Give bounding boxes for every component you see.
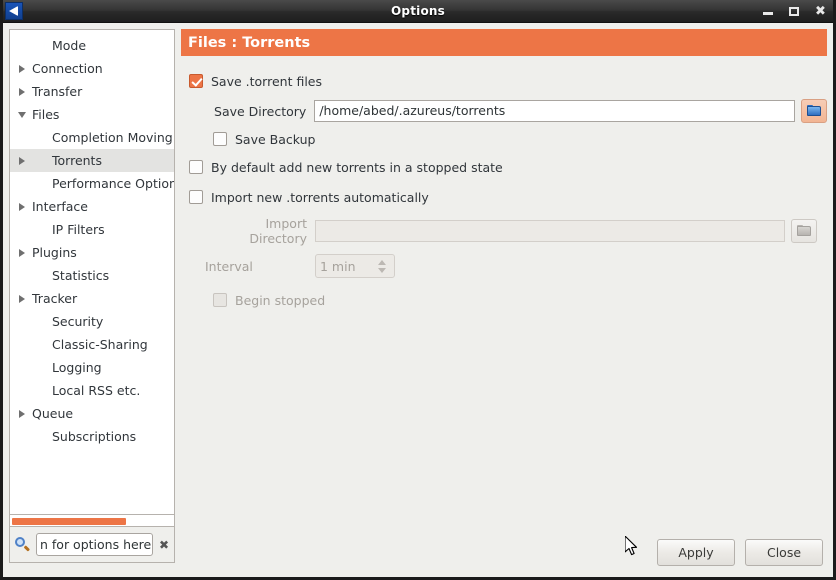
interval-row: Interval 1 min [189, 251, 827, 281]
apply-button[interactable]: Apply [657, 539, 735, 566]
sidebar-item-classic-sharing[interactable]: Classic-Sharing [10, 333, 174, 356]
dialog-buttons: Apply Close [657, 539, 823, 566]
window-controls: ✖ [762, 0, 827, 22]
vuze-logo-icon [5, 2, 23, 20]
sidebar-item-label: Mode [52, 38, 87, 53]
sidebar-item-label: Statistics [52, 268, 110, 283]
options-form: Save .torrent files Save Directory /home… [181, 56, 827, 313]
chevron-right-icon[interactable] [14, 409, 30, 418]
interval-value: 1 min [320, 258, 356, 274]
import-directory-input [315, 220, 785, 242]
interval-spinner: 1 min [315, 254, 395, 278]
chevron-right-icon[interactable] [14, 87, 30, 96]
save-directory-input[interactable]: /home/abed/.azureus/torrents [314, 100, 796, 122]
sidebar-item-label: Connection [32, 61, 103, 76]
begin-stopped-label: Begin stopped [235, 292, 326, 308]
save-torrent-files-checkbox[interactable] [189, 74, 203, 88]
folder-icon [796, 225, 812, 237]
sidebar-item-label: Queue [32, 406, 74, 421]
sidebar-item-label: Completion Moving [52, 130, 173, 145]
default-stopped-row[interactable]: By default add new torrents in a stopped… [189, 152, 827, 182]
sidebar-item-subscriptions[interactable]: Subscriptions [10, 425, 174, 448]
clear-icon[interactable]: ✖ [158, 539, 170, 551]
sidebar-item-local-rss-etc[interactable]: Local RSS etc. [10, 379, 174, 402]
save-backup-label: Save Backup [235, 131, 316, 147]
import-auto-label: Import new .torrents automatically [211, 189, 429, 205]
titlebar: Options ✖ [3, 0, 833, 23]
sidebar-item-label: Files [32, 107, 60, 122]
search-input[interactable]: n for options here [36, 533, 153, 556]
save-torrent-files-row[interactable]: Save .torrent files [189, 66, 827, 96]
default-stopped-label: By default add new torrents in a stopped… [211, 159, 503, 175]
chevron-right-icon[interactable] [14, 294, 30, 303]
sidebar-item-statistics[interactable]: Statistics [10, 264, 174, 287]
chevron-down-icon[interactable] [14, 111, 30, 118]
sidebar: Mode Connection Transfer Files Completion Mo… [9, 29, 175, 563]
sidebar-item-plugins[interactable]: Plugins [10, 241, 174, 264]
interval-label: Interval [205, 258, 253, 274]
import-directory-row: Import Directory [189, 216, 827, 246]
folder-icon [806, 105, 822, 117]
window-title: Options [391, 4, 445, 18]
chevron-right-icon[interactable] [14, 248, 30, 257]
main-panel: Files : Torrents Save .torrent files Sav… [181, 29, 827, 563]
save-backup-checkbox[interactable] [213, 132, 227, 146]
sidebar-item-mode[interactable]: Mode [10, 34, 174, 57]
sidebar-item-label: IP Filters [52, 222, 105, 237]
close-button[interactable]: Close [745, 539, 823, 566]
sidebar-item-label: Local RSS etc. [52, 383, 141, 398]
options-window: Options ✖ Mode Connection Transfer Files Com… [0, 0, 836, 580]
sidebar-item-label: Interface [32, 199, 88, 214]
page-title: Files : Torrents [181, 29, 827, 56]
close-icon[interactable]: ✖ [814, 5, 827, 18]
sidebar-item-label: Logging [52, 360, 102, 375]
sidebar-item-label: Torrents [52, 153, 102, 168]
sidebar-search-bar: n for options here ✖ [9, 527, 175, 563]
sidebar-item-ip-filters[interactable]: IP Filters [10, 218, 174, 241]
sidebar-item-label: Tracker [32, 291, 78, 306]
import-auto-checkbox[interactable] [189, 190, 203, 204]
chevron-right-icon[interactable] [14, 202, 30, 211]
sidebar-item-transfer[interactable]: Transfer [10, 80, 174, 103]
sidebar-item-queue[interactable]: Queue [10, 402, 174, 425]
sidebar-item-tracker[interactable]: Tracker [10, 287, 174, 310]
sidebar-item-security[interactable]: Security [10, 310, 174, 333]
import-auto-row[interactable]: Import new .torrents automatically [189, 182, 827, 212]
import-directory-label: Import Directory [249, 216, 307, 246]
sidebar-item-label: Classic-Sharing [52, 337, 148, 352]
scrollbar-thumb[interactable] [12, 518, 127, 525]
chevron-right-icon[interactable] [14, 156, 30, 165]
sidebar-item-torrents[interactable]: Torrents [10, 149, 174, 172]
sidebar-item-files[interactable]: Files [10, 103, 174, 126]
sidebar-item-logging[interactable]: Logging [10, 356, 174, 379]
sidebar-item-completion-moving[interactable]: Completion Moving [10, 126, 174, 149]
save-torrent-files-label: Save .torrent files [211, 73, 322, 89]
save-directory-label: Save Directory [214, 103, 307, 119]
default-stopped-checkbox[interactable] [189, 160, 203, 174]
save-directory-row: Save Directory /home/abed/.azureus/torre… [189, 96, 827, 126]
chevron-right-icon[interactable] [14, 64, 30, 73]
begin-stopped-checkbox [213, 293, 227, 307]
options-tree[interactable]: Mode Connection Transfer Files Completion Mo… [9, 29, 175, 515]
begin-stopped-row: Begin stopped [189, 287, 827, 313]
save-directory-browse-button[interactable] [801, 99, 827, 123]
save-backup-row[interactable]: Save Backup [189, 126, 827, 152]
window-content: Mode Connection Transfer Files Completion Mo… [3, 23, 833, 574]
import-directory-browse-button [791, 219, 817, 243]
sidebar-item-connection[interactable]: Connection [10, 57, 174, 80]
sidebar-item-interface[interactable]: Interface [10, 195, 174, 218]
sidebar-item-label: Plugins [32, 245, 77, 260]
search-icon [14, 536, 31, 553]
chevron-up-icon [378, 259, 386, 265]
sidebar-item-label: Performance Options [52, 176, 175, 191]
chevron-down-icon [378, 267, 386, 273]
sidebar-horizontal-scrollbar[interactable] [9, 515, 175, 527]
sidebar-item-label: Security [52, 314, 104, 329]
minimize-icon[interactable] [762, 5, 775, 18]
maximize-icon[interactable] [788, 5, 801, 18]
sidebar-item-performance-options[interactable]: Performance Options [10, 172, 174, 195]
sidebar-item-label: Transfer [32, 84, 83, 99]
spinner-arrows [378, 259, 390, 273]
sidebar-item-label: Subscriptions [52, 429, 137, 444]
